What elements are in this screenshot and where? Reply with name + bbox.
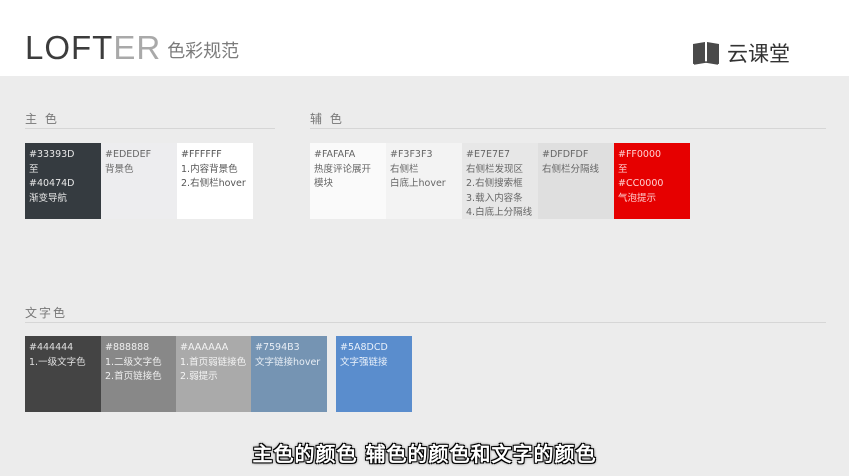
swatch-usage-label: 1.二级文字色 — [105, 356, 162, 368]
swatch-hex-label: #AAAAAA — [180, 342, 229, 353]
color-swatch: #888888 1.二级文字色 2.首页链接色 — [101, 336, 177, 412]
color-swatch: #FAFAFA 热度评论展开 模块 — [310, 143, 386, 219]
swatch-hex-label: #FF0000 — [618, 149, 662, 160]
swatch-usage-label: 渐变导航 — [29, 192, 68, 204]
swatch-usage-label: 背景色 — [105, 163, 134, 175]
swatch-usage-label: 至 — [618, 163, 628, 175]
color-swatch: #F3F3F3 右侧栏白底上hover — [386, 143, 462, 219]
logo-text-main: LOFT — [25, 29, 114, 66]
swatch-usage-label: 文字链接hover — [255, 356, 321, 368]
color-swatch: #E7E7E7 右侧栏发现区 2.右侧搜索框 3.载入内容条 4.白底上分隔线 — [462, 143, 538, 219]
swatch-hex-label: #EDEDEF — [105, 149, 152, 160]
subtitle-caption: 主色的颜色 辅色的颜色和文字的颜色 — [252, 442, 597, 466]
color-swatch: #FF0000 至 #CC0000 气泡提示 — [614, 143, 690, 219]
swatch-usage-label: 2.首页链接色 — [105, 371, 162, 382]
logo-text-soft: ER — [113, 29, 162, 66]
page-title: 色彩规范 — [167, 41, 240, 62]
swatch-usage-label: 1.内容背景色 — [181, 163, 238, 175]
swatch-usage-label: 1.一级文字色 — [29, 356, 86, 368]
section-title-main: 主 色 — [25, 112, 59, 126]
lofter-logo: LOFTER 色彩规范 — [25, 20, 239, 64]
section-title-aux: 辅 色 — [310, 112, 344, 126]
book-icon — [693, 42, 719, 65]
color-swatch: #DFDFDF 右侧栏分隔线 — [538, 143, 614, 219]
swatch-usage-label: 2.右侧栏hover — [181, 178, 246, 189]
section-divider — [25, 322, 826, 323]
swatch-hex-label: #7594B3 — [255, 342, 300, 353]
swatch-usage-label: 3.载入内容条 — [466, 192, 523, 204]
swatch-usage-label: 4.白底上分隔线 — [466, 207, 533, 218]
color-swatch: #FFFFFF 1.内容背景色 2.右侧栏hover — [177, 143, 253, 219]
header-bar: LOFTER 色彩规范 云课堂 — [0, 0, 849, 76]
swatch-usage-label: 白底上hover — [390, 178, 446, 189]
color-swatch: #33393D 至 #40474D 渐变导航 — [25, 143, 101, 219]
color-swatch: #EDEDEF 背景色 — [101, 143, 177, 219]
swatch-hex-label: #DFDFDF — [542, 149, 589, 160]
swatch-hex-label: #33393D — [29, 149, 75, 160]
swatch-usage-label: 热度评论展开 — [314, 163, 372, 175]
swatch-hex-label: #F3F3F3 — [390, 149, 433, 160]
swatch-hex-label: #E7E7E7 — [466, 149, 511, 160]
swatch-usage-label: #40474D — [29, 178, 75, 189]
section-divider — [25, 128, 275, 129]
swatch-usage-label: #CC0000 — [618, 178, 664, 189]
section-title-text: 文字色 — [25, 306, 68, 320]
swatch-usage-label: 至 — [29, 163, 39, 175]
swatch-hex-label: #FAFAFA — [314, 149, 356, 160]
swatch-usage-label: 2.弱提示 — [180, 371, 218, 382]
swatch-usage-label: 文字强链接 — [340, 356, 388, 368]
color-swatch: #444444 1.一级文字色 — [25, 336, 101, 412]
swatch-usage-label: 右侧栏发现区 — [466, 163, 524, 175]
section-divider — [310, 128, 826, 129]
swatch-usage-label: 模块 — [314, 178, 334, 189]
swatch-usage-label: 1.首页弱链接色 — [180, 356, 247, 368]
swatch-hex-label: #FFFFFF — [181, 149, 222, 160]
brand-name: 云课堂 — [727, 42, 790, 66]
swatch-usage-label: 右侧栏分隔线 — [542, 163, 600, 175]
swatch-hex-label: #5A8DCD — [340, 342, 388, 353]
logo-wordmark: LOFTER — [25, 31, 161, 64]
color-swatch: #AAAAAA 1.首页弱链接色 2.弱提示 — [176, 336, 252, 412]
brand-logo: 云课堂 — [691, 38, 790, 68]
swatch-usage-label: 气泡提示 — [618, 192, 657, 204]
swatch-usage-label: 右侧栏 — [390, 163, 419, 175]
swatch-hex-label: #444444 — [29, 342, 74, 353]
swatch-hex-label: #888888 — [105, 342, 150, 353]
color-swatch: #5A8DCD 文字强链接 — [336, 336, 412, 412]
swatch-usage-label: 2.右侧搜索框 — [466, 178, 523, 189]
color-swatch: #7594B3 文字链接hover — [251, 336, 327, 412]
